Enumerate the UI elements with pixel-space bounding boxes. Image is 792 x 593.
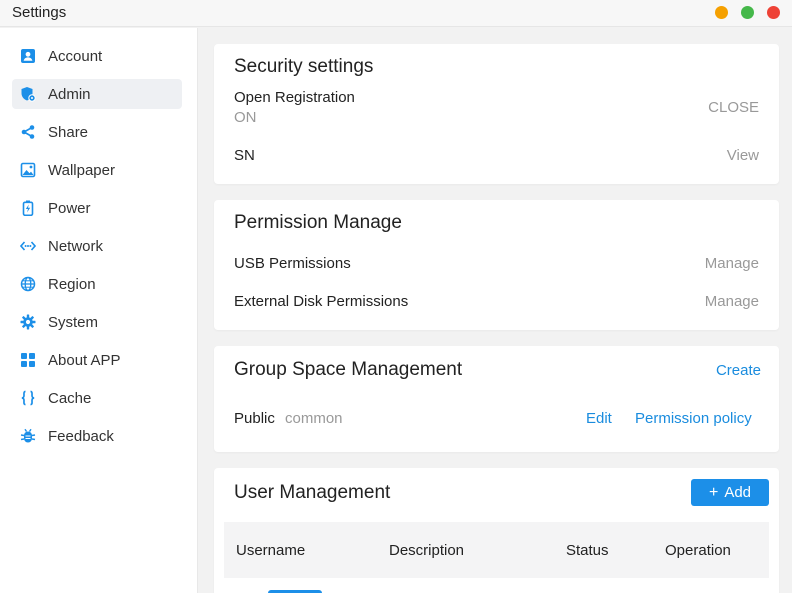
edit-group-button[interactable]: Edit <box>586 410 612 427</box>
sidebar-item-label: Feedback <box>48 427 114 445</box>
sidebar-item-label: Wallpaper <box>48 161 115 179</box>
sn-label: SN <box>234 147 255 164</box>
close-window-button[interactable] <box>767 6 780 19</box>
sidebar-item-label: Region <box>48 275 96 293</box>
gear-icon <box>20 314 36 330</box>
sidebar-item-admin[interactable]: Admin <box>12 79 182 109</box>
sidebar-item-cache[interactable]: Cache <box>12 383 182 413</box>
window-title: Settings <box>12 4 67 21</box>
manage-disk-button[interactable]: Manage <box>705 293 759 310</box>
permission-manage-card: Permission Manage USB Permissions Manage… <box>214 200 779 330</box>
add-user-button[interactable]: + Add <box>691 479 769 506</box>
open-registration-status: ON <box>234 109 257 126</box>
sidebar-item-system[interactable]: System <box>12 307 182 337</box>
account-icon <box>20 48 36 64</box>
sidebar-item-wallpaper[interactable]: Wallpaper <box>12 155 182 185</box>
globe-icon <box>20 276 36 292</box>
view-sn-button[interactable]: View <box>727 147 759 164</box>
sidebar-item-label: About APP <box>48 351 121 369</box>
plus-icon: + <box>708 483 719 501</box>
group-description: common <box>285 410 343 427</box>
user-management-card: User Management + Add Username Descripti… <box>214 468 779 593</box>
sidebar-item-label: Admin <box>48 85 91 103</box>
group-space-card: Group Space Management Create Public com… <box>214 346 779 452</box>
add-user-label: Add <box>724 484 752 501</box>
bug-icon <box>20 428 36 444</box>
sidebar-item-label: System <box>48 313 99 331</box>
share-icon <box>20 124 36 140</box>
maximize-button[interactable] <box>741 6 754 19</box>
sidebar-item-region[interactable]: Region <box>12 269 182 299</box>
sidebar-item-account[interactable]: Account <box>12 41 182 71</box>
column-header-status: Status <box>566 542 609 559</box>
braces-icon <box>20 390 36 406</box>
sidebar-item-share[interactable]: Share <box>12 117 182 147</box>
battery-icon <box>20 200 36 216</box>
sidebar-item-label: Power <box>48 199 91 217</box>
minimize-button[interactable] <box>715 6 728 19</box>
card-title: User Management <box>234 482 391 503</box>
sidebar-item-label: Cache <box>48 389 92 407</box>
permission-policy-button[interactable]: Permission policy <box>635 410 752 427</box>
open-registration-label: Open Registration <box>234 89 355 106</box>
sidebar-item-feedback[interactable]: Feedback <box>12 421 182 451</box>
network-icon <box>20 238 36 254</box>
column-header-username: Username <box>236 542 306 559</box>
sidebar-item-network[interactable]: Network <box>12 231 182 261</box>
sidebar-item-label: Network <box>48 237 104 255</box>
sidebar-item-label: Account <box>48 47 103 65</box>
column-header-description: Description <box>389 542 465 559</box>
external-disk-permissions-label: External Disk Permissions <box>234 293 409 310</box>
manage-usb-button[interactable]: Manage <box>705 255 759 272</box>
title-bar: Settings <box>0 0 792 27</box>
sidebar: Account Admin Share Wallpaper Power Netw… <box>0 28 198 593</box>
card-title: Group Space Management <box>234 359 463 380</box>
column-header-operation: Operation <box>665 542 731 559</box>
user-table-header: Username Description Status Operation <box>224 522 769 578</box>
card-title: Security settings <box>234 56 374 77</box>
sidebar-item-about-app[interactable]: About APP <box>12 345 182 375</box>
create-group-button[interactable]: Create <box>716 362 761 379</box>
admin-shield-icon <box>20 86 36 102</box>
sidebar-item-label: Share <box>48 123 89 141</box>
usb-permissions-label: USB Permissions <box>234 255 351 272</box>
group-name: Public <box>234 410 275 427</box>
wallpaper-icon <box>20 162 36 178</box>
close-registration-button[interactable]: CLOSE <box>708 99 759 116</box>
security-settings-card: Security settings Open Registration ON C… <box>214 44 779 184</box>
card-title: Permission Manage <box>234 212 402 233</box>
apps-grid-icon <box>20 352 36 368</box>
sidebar-item-power[interactable]: Power <box>12 193 182 223</box>
